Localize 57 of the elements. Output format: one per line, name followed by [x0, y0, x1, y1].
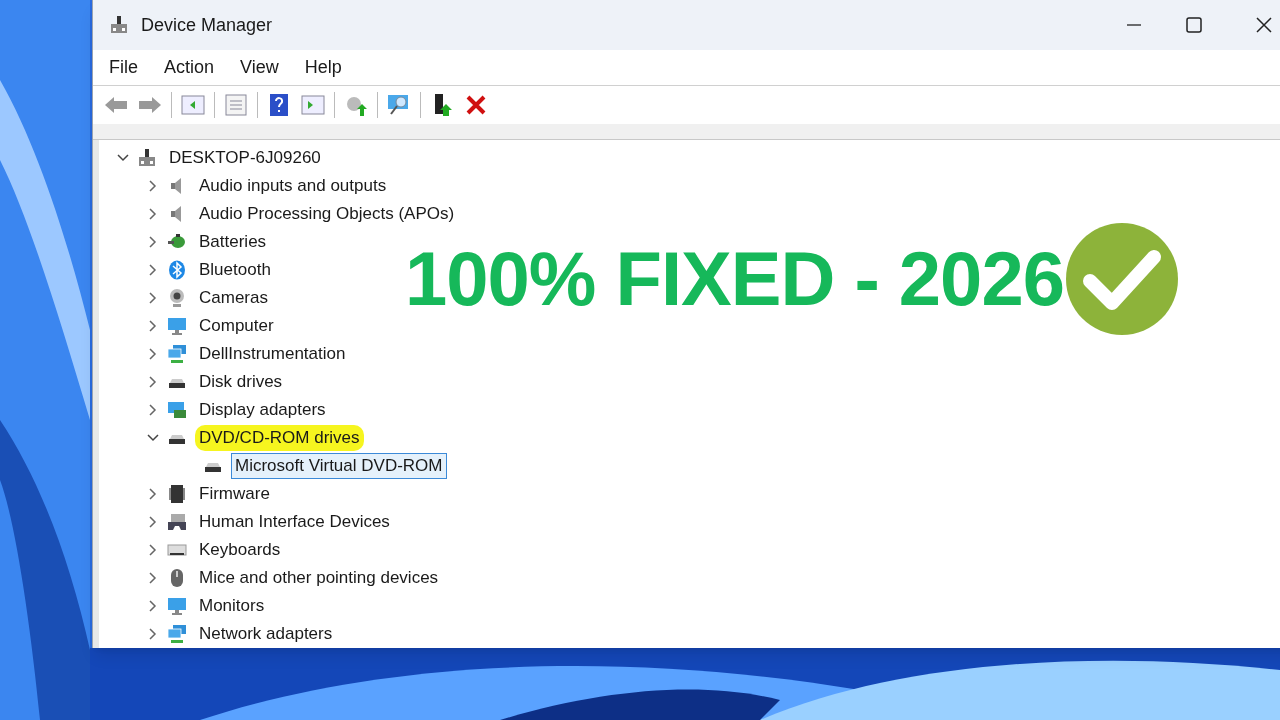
tree-item[interactable]: Disk drives: [195, 369, 287, 395]
chevron-right-icon[interactable]: [147, 544, 159, 556]
tree-item[interactable]: Display adapters: [195, 397, 330, 423]
chevron-down-icon[interactable]: [117, 152, 129, 164]
chevron-down-icon[interactable]: [147, 432, 159, 444]
chevron-right-icon[interactable]: [147, 628, 159, 640]
monitor-icon: [167, 596, 187, 616]
banner-text: 100% FIXED - 2026: [405, 235, 1064, 323]
bluetooth-icon: [167, 260, 187, 280]
menu-item[interactable]: Help: [298, 54, 348, 81]
tree-item[interactable]: DellInstrumentation: [195, 341, 350, 367]
chevron-right-icon[interactable]: [147, 236, 159, 248]
tree-item[interactable]: Human Interface Devices: [195, 509, 394, 535]
chevron-right-icon[interactable]: [147, 488, 159, 500]
close-icon[interactable]: [1256, 17, 1272, 33]
maximize-icon[interactable]: [1186, 17, 1202, 33]
tree-item[interactable]: Network adapters: [195, 621, 337, 647]
tree-item[interactable]: Audio inputs and outputs: [195, 173, 391, 199]
gamepad-icon: [167, 512, 187, 532]
chevron-right-icon[interactable]: [147, 600, 159, 612]
chip-icon: [167, 484, 187, 504]
menu-item[interactable]: Action: [158, 54, 221, 81]
chevron-right-icon[interactable]: [147, 404, 159, 416]
network-icon: [167, 344, 187, 364]
chevron-right-icon[interactable]: [147, 320, 159, 332]
computer-icon: [109, 15, 129, 35]
monitor-icon: [167, 316, 187, 336]
tree-item[interactable]: Keyboards: [195, 537, 285, 563]
chevron-right-icon[interactable]: [147, 264, 159, 276]
tree-item[interactable]: Batteries: [195, 229, 271, 255]
tree-item[interactable]: Audio Processing Objects (APOs): [195, 201, 459, 227]
network-icon: [167, 624, 187, 644]
window-title: Device Manager: [141, 13, 273, 37]
action-pane-icon[interactable]: [300, 92, 326, 118]
tree-item[interactable]: DVD/CD-ROM drives: [195, 425, 364, 451]
chevron-right-icon[interactable]: [147, 572, 159, 584]
webcam-icon: [167, 288, 187, 308]
tree-item[interactable]: Cameras: [195, 285, 272, 311]
tree-item[interactable]: Bluetooth: [195, 257, 275, 283]
tree-item[interactable]: Computer: [195, 313, 278, 339]
console-tree-icon[interactable]: [180, 92, 206, 118]
chevron-right-icon[interactable]: [147, 292, 159, 304]
checkmark-icon: [1065, 223, 1178, 335]
chevron-right-icon[interactable]: [147, 516, 159, 528]
tree-item[interactable]: DESKTOP-6J09260: [165, 145, 325, 171]
chevron-right-icon[interactable]: [147, 376, 159, 388]
tree-item[interactable]: Microsoft Virtual DVD-ROM: [231, 453, 447, 479]
tree-item[interactable]: Mice and other pointing devices: [195, 565, 443, 591]
chevron-right-icon[interactable]: [147, 180, 159, 192]
menu-item[interactable]: View: [234, 54, 285, 81]
chevron-right-icon[interactable]: [147, 208, 159, 220]
display-adapter-icon: [167, 400, 187, 420]
menu-item[interactable]: File: [103, 54, 144, 81]
tree-item[interactable]: Firmware: [195, 481, 274, 507]
tree-item[interactable]: Monitors: [195, 593, 269, 619]
chevron-right-icon[interactable]: [147, 348, 159, 360]
computer-icon: [137, 148, 157, 168]
